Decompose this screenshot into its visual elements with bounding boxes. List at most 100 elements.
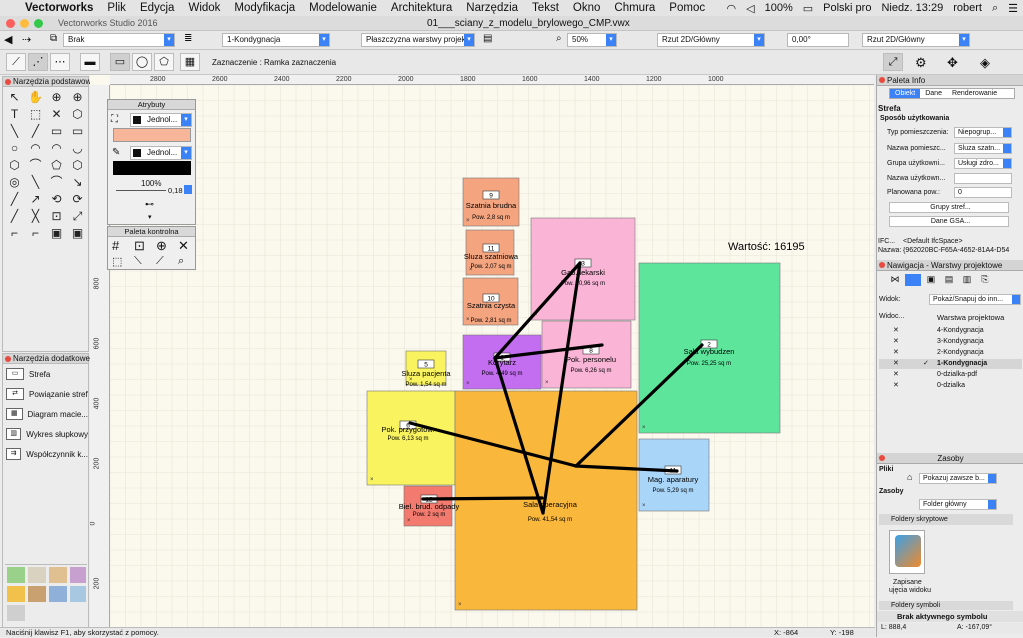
gear-icon[interactable]: ⚙	[915, 55, 927, 71]
layer-row[interactable]: ✕ 0-dzialka	[879, 381, 1022, 391]
saved-view-thumbnail[interactable]	[889, 530, 925, 574]
layer-row[interactable]: ✕ 2-Kondygnacja	[879, 348, 1022, 358]
toolset-icon[interactable]	[28, 586, 46, 602]
menu-item[interactable]: Tekst	[525, 2, 566, 14]
zoom-icon[interactable]: ⌕	[556, 33, 562, 44]
tool-button-16[interactable]: ⬡	[4, 157, 25, 174]
frame-icon[interactable]: ⊡	[134, 238, 145, 254]
magnifier-icon[interactable]: ⌕	[178, 255, 184, 268]
line-icon[interactable]: ⟍	[134, 255, 142, 268]
files-select[interactable]: Pokazuj zawsze b...	[919, 473, 997, 484]
page-icon[interactable]: ▤	[483, 33, 492, 44]
tool-button-22[interactable]: ⌒	[46, 174, 67, 191]
snap-grid-icon[interactable]: ⋰	[28, 53, 48, 71]
zoom-select[interactable]: 50% ▾	[567, 33, 617, 47]
layer-row[interactable]: ✕ 3-Kondygnacja	[879, 337, 1022, 347]
tool-button-12[interactable]: ○	[4, 140, 25, 157]
drawing-svg[interactable]: 9Szatnia brudnaPow. 2,8 sq m×11Sluza sza…	[90, 75, 874, 629]
fill-color-bar[interactable]	[113, 128, 191, 142]
thickness-value[interactable]: 0,18	[168, 186, 183, 195]
tool-button-10[interactable]: ▭	[46, 123, 67, 140]
tab-data[interactable]: Dane	[920, 89, 947, 98]
tool-bar-chart[interactable]: ▥ Wykres słupkowy	[3, 424, 88, 444]
home-icon[interactable]: ⌂	[907, 472, 912, 482]
user-name-field[interactable]	[954, 173, 1012, 184]
room-type-select[interactable]: Niepogrup...	[954, 127, 1012, 138]
layers-icon[interactable]	[905, 274, 921, 286]
hidden-icon[interactable]: ✕	[893, 359, 899, 369]
class-select[interactable]: Brak ▾	[63, 33, 175, 47]
menu-item[interactable]: Modyfikacja	[227, 2, 302, 14]
lasso-select-icon[interactable]: ◯	[132, 53, 152, 71]
opacity-value[interactable]: 100%	[141, 179, 161, 188]
ifc-button[interactable]: IFC...	[878, 238, 895, 245]
menu-item[interactable]: Pomoc	[662, 2, 712, 14]
menu-item[interactable]: Narzędzia	[459, 2, 525, 14]
gsa-data-button[interactable]: Dane GSA...	[889, 216, 1009, 227]
snap-settings-icon[interactable]: ▬	[80, 53, 100, 71]
tool-zone[interactable]: ▭ Strefa	[3, 364, 88, 384]
share-icon[interactable]: ⋈	[887, 274, 903, 286]
tool-button-35[interactable]: ▣	[67, 225, 88, 242]
tool-button-25[interactable]: ↗	[25, 191, 46, 208]
tool-button-29[interactable]: ╳	[25, 208, 46, 225]
hidden-icon[interactable]: ✕	[893, 381, 899, 391]
list-icon[interactable]: ☰	[1003, 2, 1023, 15]
menu-item[interactable]: Chmura	[607, 2, 662, 14]
room-name-select[interactable]: Sluza szatn...	[954, 143, 1012, 154]
search-icon[interactable]: ⌕	[987, 2, 1003, 15]
menu-item[interactable]: Modelowanie	[302, 2, 384, 14]
snap-points-icon[interactable]: ⋯	[50, 53, 70, 71]
folder-select[interactable]: Folder główny	[919, 499, 997, 510]
toolset-icon[interactable]	[28, 567, 46, 583]
tool-button-30[interactable]: ⊡	[46, 208, 67, 225]
layer-row[interactable]: ✕ 4-Kondygnacja	[879, 326, 1022, 336]
diagonal-icon[interactable]: ⟋	[156, 255, 164, 268]
toolset-icon[interactable]	[49, 567, 67, 583]
menu-item[interactable]: Widok	[181, 2, 227, 14]
views-icon[interactable]: ▥	[959, 274, 975, 286]
language-indicator[interactable]: Polski pro	[818, 2, 876, 14]
tool-button-24[interactable]: ╱	[4, 191, 25, 208]
tool-button-34[interactable]: ▣	[46, 225, 67, 242]
folder-scripts-header[interactable]: Foldery skryptowe	[879, 514, 1013, 525]
tool-button-6[interactable]: ✕	[46, 106, 67, 123]
view-select[interactable]: Rzut 2D/Główny ▾	[657, 33, 765, 47]
close-window-button[interactable]	[6, 19, 15, 28]
menu-item[interactable]: Edycja	[133, 2, 182, 14]
collapse-icon[interactable]: ▾	[148, 213, 152, 221]
minimize-window-button[interactable]	[20, 19, 29, 28]
menu-app[interactable]: Vectorworks	[18, 2, 100, 14]
thickness-dropdown[interactable]	[184, 185, 192, 194]
zoom-window-button[interactable]	[34, 19, 43, 28]
sheet-icon[interactable]: ▤	[941, 274, 957, 286]
selection-tool-icon[interactable]: ⤢	[883, 53, 903, 71]
menu-item[interactable]: Plik	[100, 2, 133, 14]
rectangle-select-icon[interactable]: ▭	[110, 53, 130, 71]
class-icon[interactable]: ▣	[923, 274, 939, 286]
toolset-icon[interactable]	[70, 567, 86, 583]
hidden-icon[interactable]: ✕	[893, 348, 899, 358]
folder-symbols-header[interactable]: Foldery symboli	[879, 601, 1013, 610]
tool-button-3[interactable]: ⊕	[67, 89, 88, 106]
tool-button-0[interactable]: ↖	[4, 89, 25, 106]
toolset-icon[interactable]	[7, 567, 25, 583]
toolset-icon[interactable]	[7, 586, 25, 602]
tool-button-28[interactable]: ╱	[4, 208, 25, 225]
tool-button-2[interactable]: ⊕	[46, 89, 67, 106]
tool-button-4[interactable]: T	[4, 106, 25, 123]
tool-matrix-diagram[interactable]: ▦ Diagram macie...	[3, 404, 88, 424]
cross-icon[interactable]: ✕	[178, 238, 189, 254]
tool-button-23[interactable]: ↘	[67, 174, 88, 191]
select-mode-icon[interactable]: ▦	[180, 53, 200, 71]
globe-icon[interactable]: ◈	[980, 55, 990, 71]
hand-icon[interactable]: ✥	[947, 55, 958, 71]
tool-button-32[interactable]: ⌐	[4, 225, 25, 242]
target-icon[interactable]: ⊕	[156, 238, 167, 254]
zone-groups-button[interactable]: Grupy stref...	[889, 202, 1009, 213]
user-group-select[interactable]: Usługi zdro...	[954, 158, 1012, 169]
tool-button-14[interactable]: ◠	[46, 140, 67, 157]
tool-button-20[interactable]: ◎	[4, 174, 25, 191]
layer-select[interactable]: 1-Kondygnacja ▾	[222, 33, 330, 47]
arrowhead-icon[interactable]: ⊷	[145, 199, 154, 210]
